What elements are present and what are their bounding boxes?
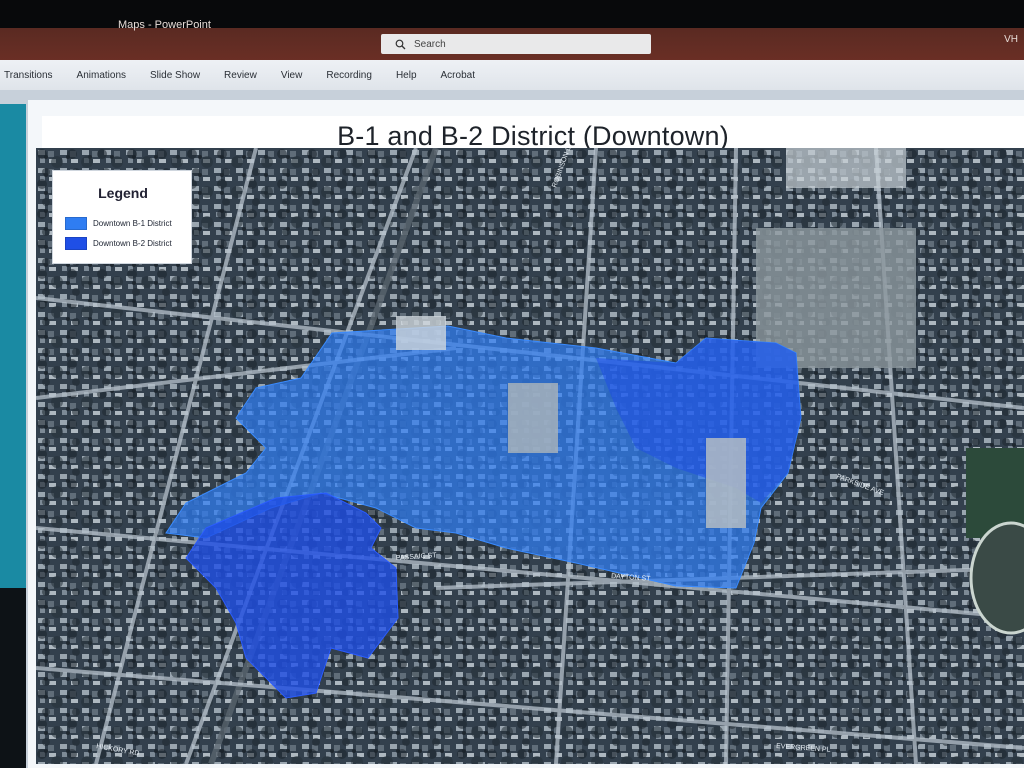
thumbnail-panel-edge bbox=[0, 588, 26, 768]
legend-swatch-b1 bbox=[65, 217, 87, 230]
tab-help[interactable]: Help bbox=[384, 70, 429, 81]
tab-review[interactable]: Review bbox=[212, 70, 269, 81]
slide-title: B-1 and B-2 District (Downtown) bbox=[337, 120, 729, 151]
tab-transitions[interactable]: Transitions bbox=[0, 70, 65, 81]
search-label: Search bbox=[414, 38, 446, 50]
legend-item-b2: Downtown B-2 District bbox=[65, 237, 172, 250]
legend-title: Legend bbox=[98, 185, 148, 201]
legend-item-b1: Downtown B-1 District bbox=[65, 217, 172, 230]
parking-structure bbox=[706, 438, 746, 528]
train-station bbox=[396, 316, 446, 350]
search-icon bbox=[395, 39, 406, 49]
legend-label-b2: Downtown B-2 District bbox=[93, 239, 172, 248]
tab-recording[interactable]: Recording bbox=[314, 70, 384, 81]
municipal-building bbox=[508, 383, 558, 453]
search-input[interactable]: Search bbox=[381, 34, 651, 54]
tab-slide-show[interactable]: Slide Show bbox=[138, 70, 212, 81]
school-yard bbox=[786, 148, 906, 188]
slide-thumbnail-strip[interactable] bbox=[0, 104, 26, 588]
ribbon-tab-bar: Transitions Animations Slide Show Review… bbox=[0, 60, 1024, 90]
legend-swatch-b2 bbox=[65, 237, 87, 250]
user-account-button[interactable]: VH bbox=[1004, 34, 1018, 45]
tab-view[interactable]: View bbox=[269, 70, 315, 81]
map-legend: Legend Downtown B-1 District Downtown B-… bbox=[52, 170, 192, 264]
tab-acrobat[interactable]: Acrobat bbox=[429, 70, 487, 81]
legend-label-b1: Downtown B-1 District bbox=[93, 219, 172, 228]
tab-animations[interactable]: Animations bbox=[65, 70, 138, 81]
app-title: Maps - PowerPoint bbox=[118, 19, 211, 31]
